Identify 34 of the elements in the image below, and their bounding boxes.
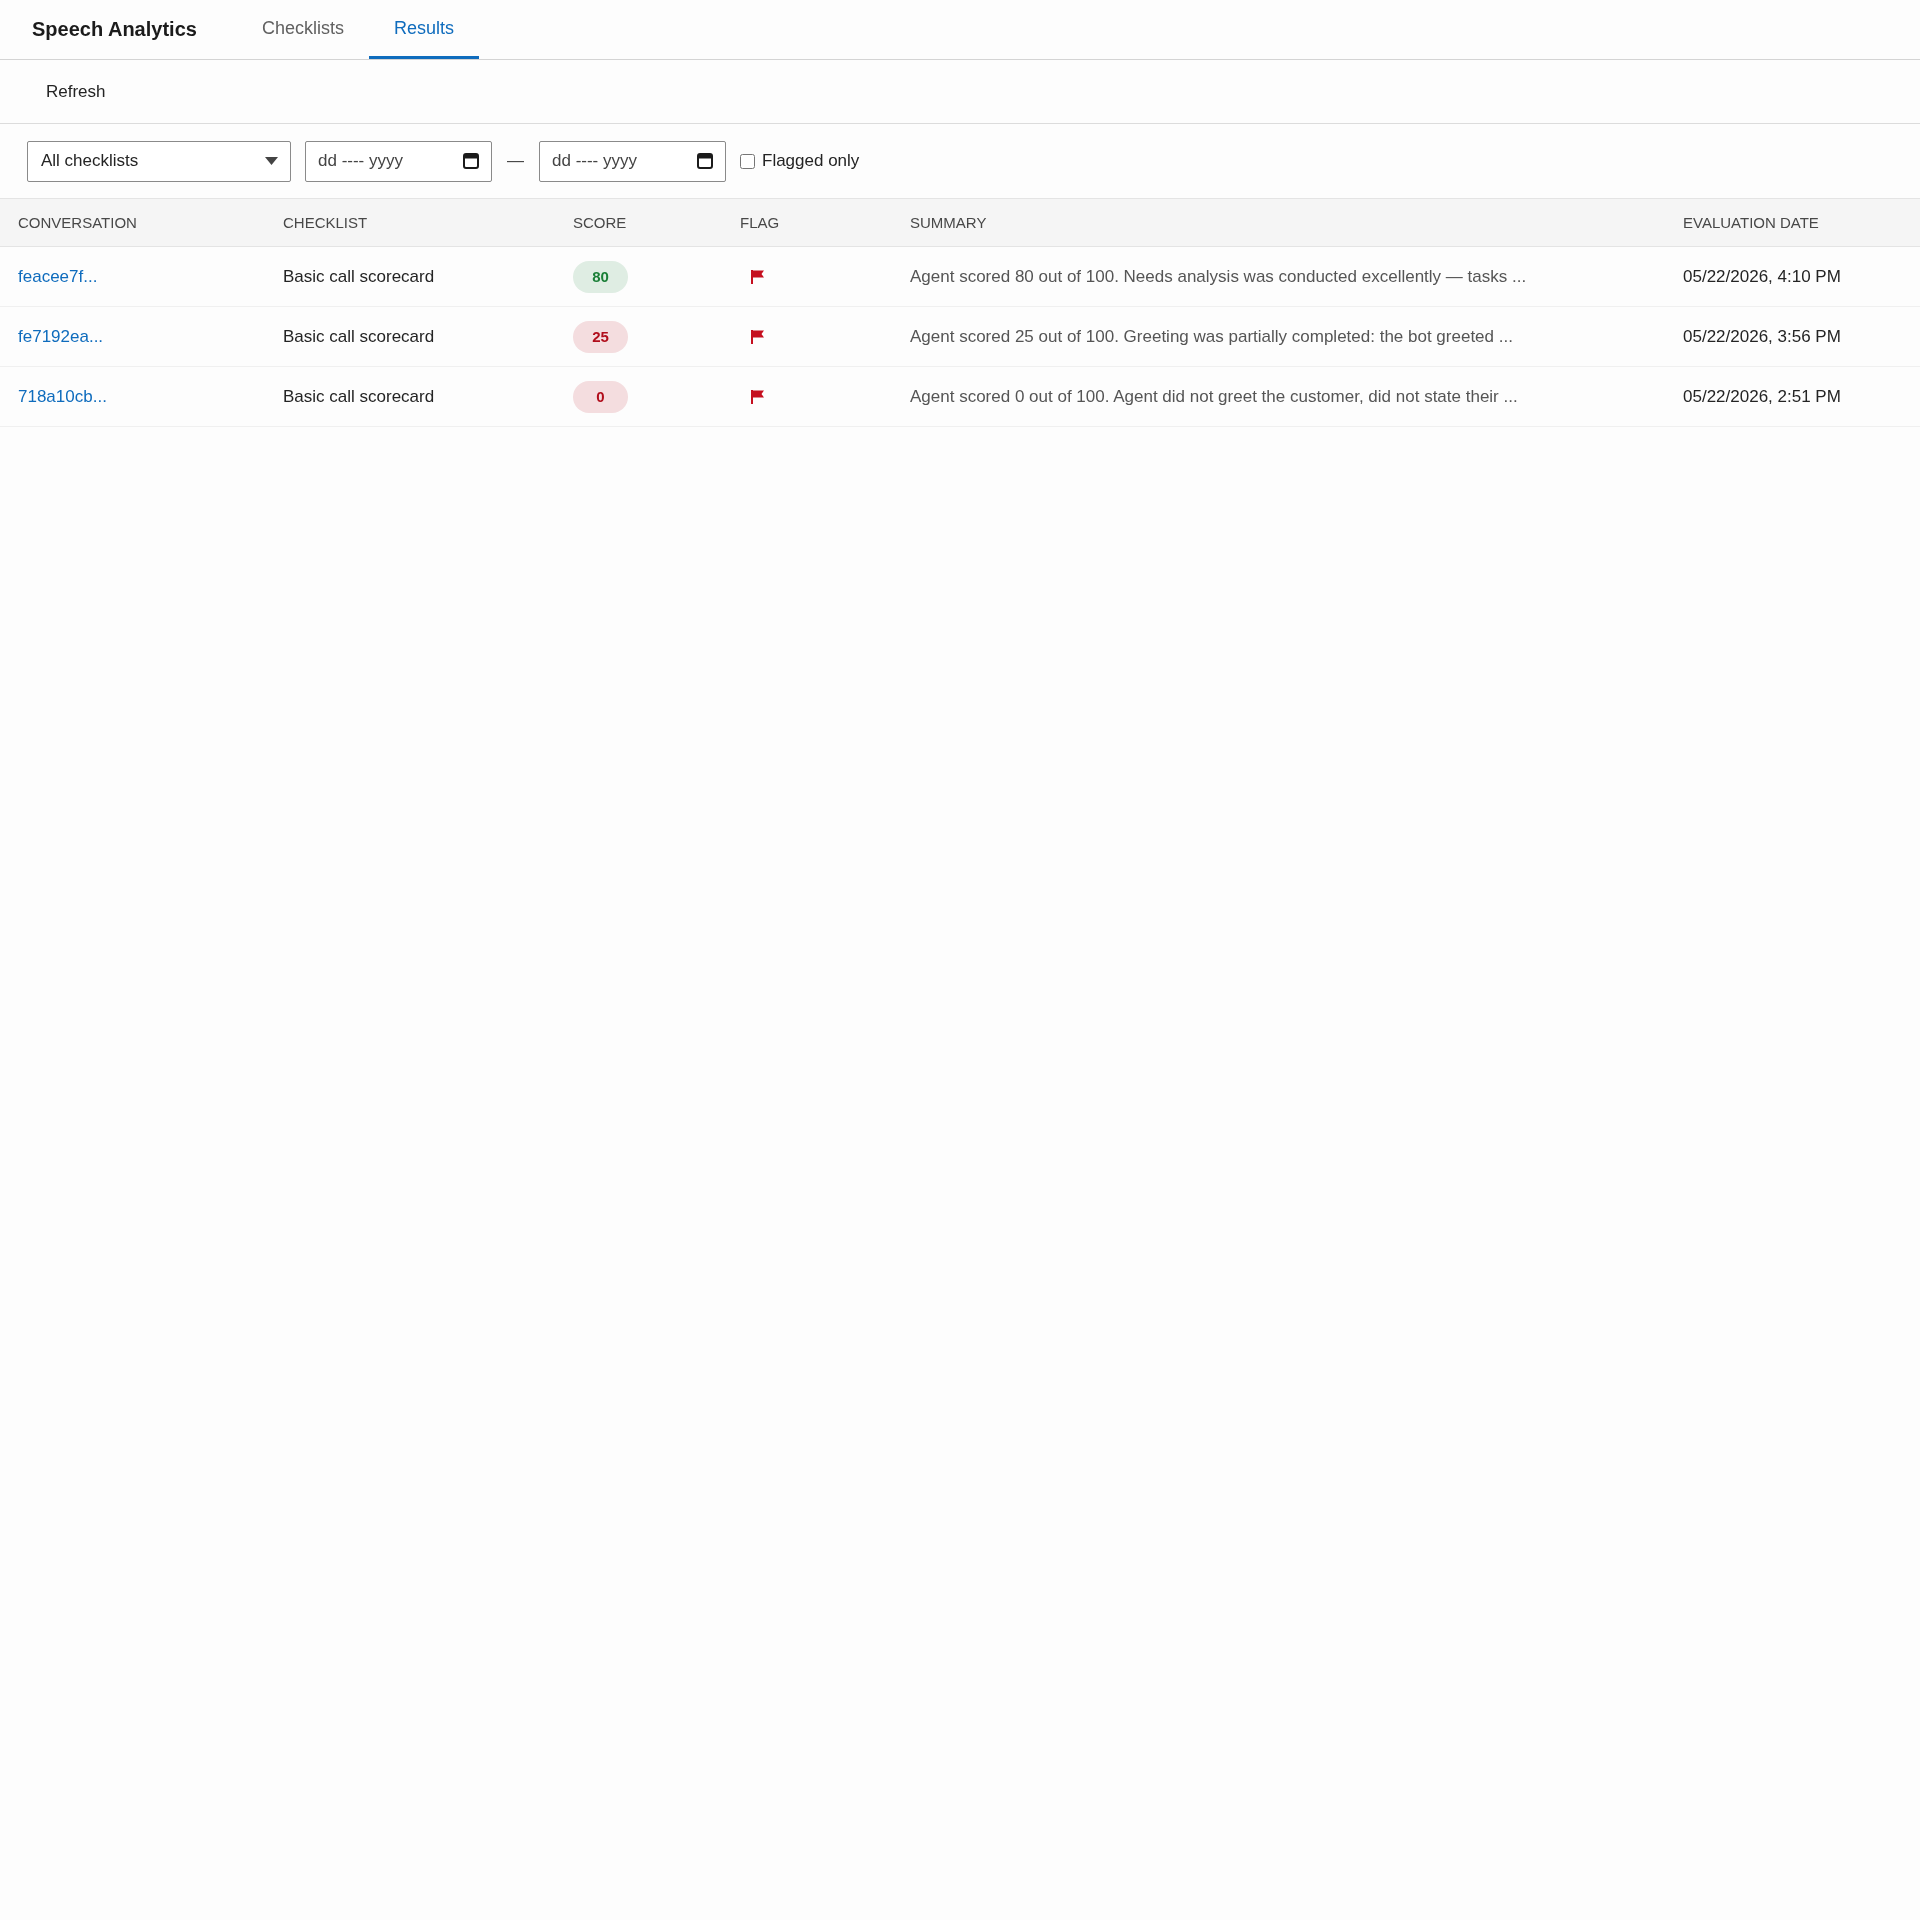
column-header: CONVERSATION — [18, 214, 137, 231]
end-date-field[interactable]: dd ---- yyyy — [539, 140, 726, 182]
summary-cell: Agent scored 25 out of 100. Greeting was partially completed: the bot greeted ... — [910, 326, 1513, 347]
column-header: CHECKLIST — [283, 214, 368, 231]
checklist-cell: Basic call scorecard — [283, 326, 435, 347]
column-header: SUMMARY — [910, 214, 987, 231]
date-range-separator: — — [507, 151, 524, 171]
summary-cell: Agent scored 0 out of 100. Agent did not greet the customer, did not state their ... — [910, 386, 1518, 407]
score-badge: 80 — [573, 260, 628, 293]
checkbox-label: Flagged only — [762, 151, 860, 171]
app-title: Speech Analytics — [32, 18, 197, 41]
score-badge: 0 — [573, 380, 628, 413]
score-badge: 25 — [573, 320, 628, 353]
calendar-icon[interactable] — [463, 152, 479, 169]
start-date-field[interactable]: dd ---- yyyy — [305, 140, 492, 182]
date-cell: 05/22/2026, 2:51 PM — [1683, 386, 1841, 407]
date-cell: 05/22/2026, 3:56 PM — [1683, 326, 1841, 347]
checklist-select[interactable]: All checklists — [27, 140, 291, 182]
conversation-link[interactable]: feacee7f... — [18, 266, 98, 287]
nav-tab[interactable]: Results — [368, 0, 479, 59]
nav-tab[interactable]: Checklists — [236, 0, 369, 59]
calendar-icon[interactable] — [697, 152, 713, 169]
conversation-link[interactable]: fe7192ea... — [18, 326, 104, 347]
column-header: FLAG — [740, 214, 780, 231]
summary-cell: Agent scored 80 out of 100. Needs analysis was conducted excellently — tasks ... — [910, 266, 1527, 287]
flagged-only-checkbox[interactable] — [740, 153, 755, 169]
date-cell: 05/22/2026, 4:10 PM — [1683, 266, 1841, 287]
refresh-button[interactable]: Refresh — [32, 73, 120, 110]
checklist-cell: Basic call scorecard — [283, 266, 435, 287]
column-header: EVALUATION DATE — [1683, 214, 1819, 231]
caret-icon — [265, 157, 278, 165]
conversation-link[interactable]: 718a10cb... — [18, 386, 107, 407]
column-header: SCORE — [573, 214, 627, 231]
checklist-cell: Basic call scorecard — [283, 386, 435, 407]
